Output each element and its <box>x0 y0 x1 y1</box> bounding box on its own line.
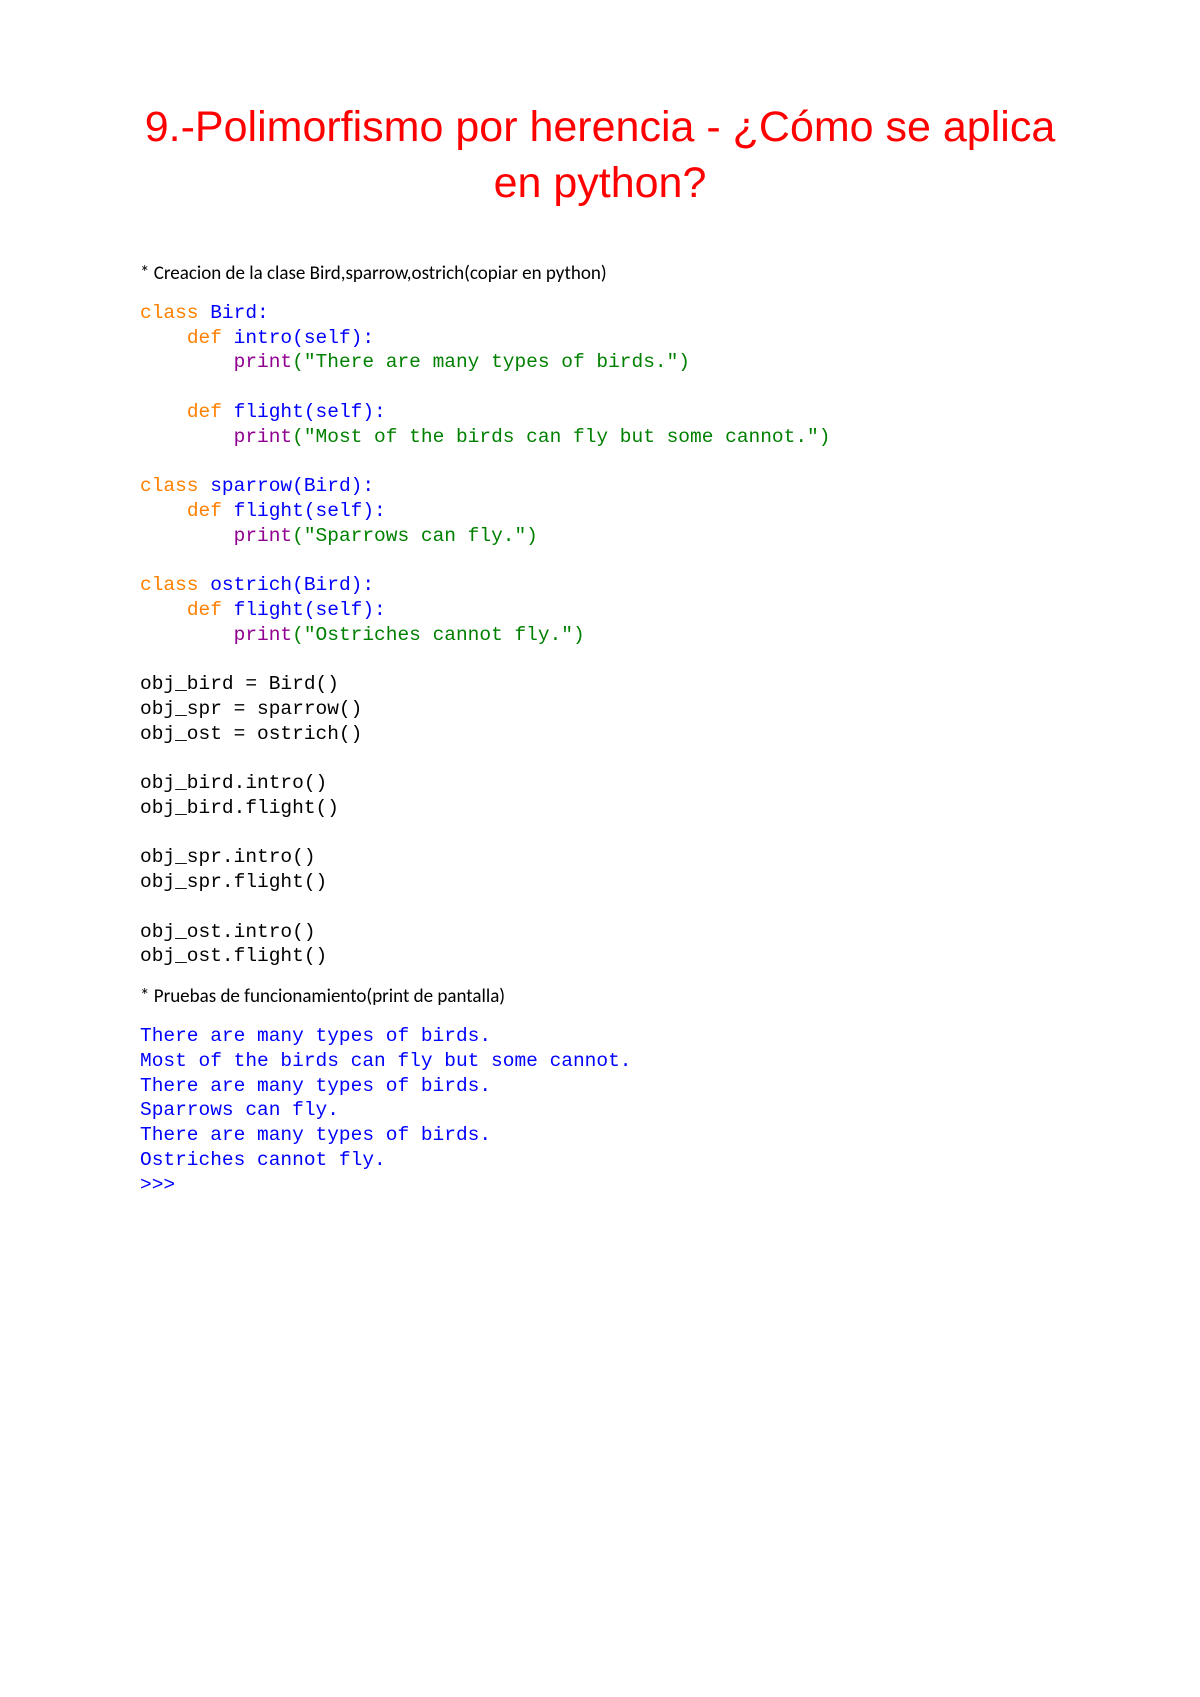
code-text: obj_spr.flight() <box>140 871 327 893</box>
code-text: Bird: <box>199 302 269 324</box>
keyword-def: def <box>187 500 222 522</box>
code-text: flight(self): <box>222 599 386 621</box>
keyword-class: class <box>140 302 199 324</box>
code-text: intro(self): <box>222 327 374 349</box>
string-literal: ("Ostriches cannot fly.") <box>292 624 585 646</box>
keyword-print: print <box>234 525 293 547</box>
keyword-print: print <box>234 624 293 646</box>
output-line: Most of the birds can fly but some canno… <box>140 1050 631 1072</box>
code-text: obj_spr = sparrow() <box>140 698 362 720</box>
code-block: class Bird: def intro(self): print("Ther… <box>140 301 1060 969</box>
code-text: obj_ost = ostrich() <box>140 723 362 745</box>
output-line: There are many types of birds. <box>140 1124 491 1146</box>
code-text: obj_spr.intro() <box>140 846 316 868</box>
keyword-class: class <box>140 574 199 596</box>
keyword-def: def <box>187 401 222 423</box>
page-title: 9.-Polimorfismo por herencia - ¿Cómo se … <box>140 100 1060 212</box>
keyword-print: print <box>234 351 293 373</box>
keyword-print: print <box>234 426 293 448</box>
code-text: ostrich(Bird): <box>199 574 375 596</box>
string-literal: ("Most of the birds can fly but some can… <box>292 426 830 448</box>
code-text: flight(self): <box>222 500 386 522</box>
code-text: flight(self): <box>222 401 386 423</box>
output-block: There are many types of birds. Most of t… <box>140 1024 1060 1197</box>
code-text: obj_ost.intro() <box>140 921 316 943</box>
output-line: Sparrows can fly. <box>140 1099 339 1121</box>
string-literal: ("Sparrows can fly.") <box>292 525 538 547</box>
code-text: obj_bird.flight() <box>140 797 339 819</box>
string-literal: ("There are many types of birds.") <box>292 351 690 373</box>
output-line: There are many types of birds. <box>140 1075 491 1097</box>
code-text: sparrow(Bird): <box>199 475 375 497</box>
intro-text-2: * Pruebas de funcionamiento(print de pan… <box>140 985 1060 1008</box>
output-line: There are many types of birds. <box>140 1025 491 1047</box>
keyword-class: class <box>140 475 199 497</box>
output-prompt: >>> <box>140 1174 175 1196</box>
intro-text-1: * Creacion de la clase Bird,sparrow,ostr… <box>140 262 1060 285</box>
code-text: obj_ost.flight() <box>140 945 327 967</box>
output-line: Ostriches cannot fly. <box>140 1149 386 1171</box>
code-text: obj_bird.intro() <box>140 772 327 794</box>
code-text: obj_bird = Bird() <box>140 673 339 695</box>
keyword-def: def <box>187 327 222 349</box>
keyword-def: def <box>187 599 222 621</box>
